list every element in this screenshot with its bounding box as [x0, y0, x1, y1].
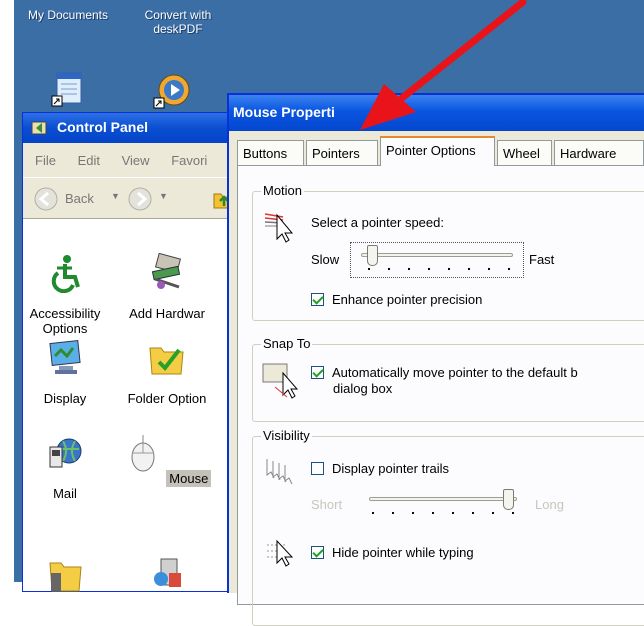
desktop-icon-label: Convert with — [144, 8, 212, 22]
snap-to-group: Snap To Automatically move pointer to th… — [252, 336, 644, 422]
tab-pointers[interactable]: Pointers — [306, 140, 378, 166]
forward-arrow-icon[interactable] — [127, 186, 153, 212]
control-panel-item-folder-options[interactable]: Folder Option — [119, 338, 215, 406]
tab-label: Hardware — [560, 146, 617, 161]
tab-label: Pointer Options — [386, 143, 476, 158]
control-panel-title: Control Panel — [57, 119, 149, 135]
short-label: Short — [311, 497, 343, 512]
pointer-trails-checkbox[interactable]: Display pointer trails — [311, 461, 449, 476]
dialog-title: Mouse Properti — [233, 104, 335, 120]
visibility-group: Visibility Display pointer trails Short … — [252, 428, 644, 626]
item-label: Accessibility — [29, 306, 101, 321]
mail-icon — [49, 438, 82, 468]
tab-label: Buttons — [243, 146, 288, 161]
control-panel-item-mouse[interactable]: Mouse — [119, 433, 215, 487]
menu-edit[interactable]: Edit — [78, 153, 100, 168]
item-label: Mouse — [166, 470, 212, 487]
control-panel-icon — [31, 121, 47, 135]
mouse-icon — [131, 434, 155, 472]
slow-label: Slow — [311, 252, 340, 267]
pointer-speed-slider[interactable] — [350, 242, 524, 278]
control-panel-item-add-hardware[interactable]: Add Hardwar — [119, 252, 215, 321]
forward-dropdown-icon[interactable]: ▼ — [159, 191, 168, 201]
tab-wheel[interactable]: Wheel — [497, 140, 552, 166]
pointer-speed-icon — [264, 213, 294, 243]
tab-label: Wheel — [503, 146, 540, 161]
control-panel-item-mail[interactable]: Mail — [17, 433, 113, 501]
control-panel-item-accessibility[interactable]: Accessibility Options — [17, 253, 113, 336]
motion-group-label: Motion — [261, 183, 305, 198]
red-arrow-annotation — [360, 0, 527, 130]
menu-favorites[interactable]: Favori — [171, 153, 207, 168]
control-panel-item-display[interactable]: Display — [17, 338, 113, 406]
item-label: Folder Option — [127, 391, 207, 406]
add-hardware-icon — [151, 252, 182, 289]
checkbox-label: Automatically move pointer to the defaul… — [332, 365, 578, 380]
notepad-shortcut-icon[interactable] — [50, 70, 88, 108]
tab-buttons[interactable]: Buttons — [237, 140, 304, 166]
programs-icon — [154, 558, 181, 587]
motion-group: Motion Select a pointer speed: Slow Fast… — [252, 183, 644, 321]
control-panel-toolbar: Back ▼ ▼ — [23, 177, 251, 219]
slider-ticks — [359, 267, 519, 271]
mouse-properties-dialog[interactable]: Mouse Properti Buttons Pointers Pointer … — [227, 93, 644, 626]
snap-to-group-label: Snap To — [261, 336, 313, 351]
tab-pointer-options[interactable]: Pointer Options — [380, 136, 495, 166]
slider-thumb[interactable] — [366, 245, 378, 266]
accessibility-icon — [51, 255, 80, 294]
fast-label: Fast — [529, 252, 555, 267]
hide-pointer-icon — [267, 539, 294, 567]
checkbox-box[interactable] — [311, 293, 324, 306]
checkbox-label: Enhance pointer precision — [332, 292, 483, 307]
tab-label: Pointers — [312, 146, 360, 161]
item-label: Display — [43, 391, 87, 406]
long-label: Long — [535, 497, 564, 512]
pointer-options-panel: Motion Select a pointer speed: Slow Fast… — [237, 165, 644, 626]
control-panel-menu-bar: File Edit View Favori — [23, 143, 251, 177]
folder-options-icon — [149, 347, 184, 375]
control-panel-title-bar[interactable]: Control Panel — [23, 113, 251, 143]
slider-thumb[interactable] — [503, 489, 514, 510]
control-panel-item-network[interactable] — [17, 553, 113, 606]
checkbox-box[interactable] — [311, 366, 324, 379]
media-player-shortcut-icon[interactable] — [152, 70, 192, 110]
checkbox-box[interactable] — [311, 546, 324, 559]
slider-track — [369, 497, 517, 501]
enhance-precision-checkbox[interactable]: Enhance pointer precision — [311, 292, 482, 307]
pointer-speed-prompt: Select a pointer speed: — [311, 215, 444, 230]
display-icon — [49, 340, 81, 374]
checkbox-label: Hide pointer while typing — [332, 545, 474, 560]
trail-length-slider[interactable] — [363, 487, 523, 523]
hide-pointer-checkbox[interactable]: Hide pointer while typing — [311, 545, 474, 560]
checkbox-box[interactable] — [311, 462, 324, 475]
visibility-group-label: Visibility — [261, 428, 312, 443]
back-button-label[interactable]: Back — [65, 191, 94, 206]
desktop-icon-my-documents[interactable]: My Documents — [14, 8, 122, 22]
tab-hardware[interactable]: Hardware — [554, 140, 644, 166]
desktop-icon-convert-deskpdf[interactable]: Convert with deskPDF — [132, 8, 224, 36]
back-dropdown-icon[interactable]: ▼ — [111, 191, 120, 201]
snap-to-label-line2: dialog box — [333, 381, 393, 396]
slider-track — [361, 253, 513, 257]
desktop-icon-label: deskPDF — [153, 22, 203, 36]
control-panel-item-programs[interactable] — [119, 553, 215, 606]
desktop-icon-label: My Documents — [27, 8, 109, 22]
item-label: Mail — [53, 486, 77, 501]
snap-to-icon — [262, 363, 299, 399]
back-arrow-icon[interactable] — [33, 186, 59, 212]
item-label: Options — [42, 321, 88, 336]
pointer-trails-icon — [266, 459, 293, 485]
control-panel-window[interactable]: Control Panel File Edit View Favori Back… — [22, 112, 252, 592]
snap-to-default-checkbox[interactable]: Automatically move pointer to the defaul… — [311, 365, 578, 380]
item-label: Add Hardwar — [129, 306, 205, 321]
checkbox-label: Display pointer trails — [332, 461, 450, 476]
slider-ticks — [363, 511, 523, 515]
menu-file[interactable]: File — [35, 153, 56, 168]
network-folder-icon — [49, 562, 82, 592]
menu-view[interactable]: View — [122, 153, 150, 168]
